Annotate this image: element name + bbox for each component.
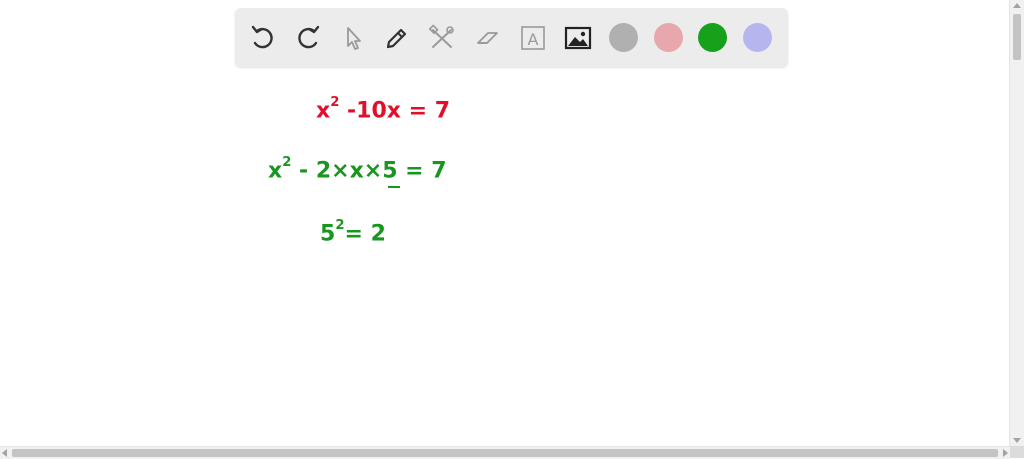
- scroll-down-icon[interactable]: [1013, 438, 1021, 443]
- redo-icon: [298, 25, 320, 49]
- scroll-right-icon[interactable]: [1003, 449, 1008, 457]
- pen-icon: [386, 28, 407, 49]
- pen-tool-button[interactable]: [381, 22, 413, 54]
- tools-button[interactable]: [426, 22, 458, 54]
- color-swatch-green[interactable]: [698, 23, 727, 52]
- equation-2-exponent: 2: [282, 154, 292, 170]
- whiteboard-canvas[interactable]: A x2 -10x = 7 x2 - 2×x×5 = 7 52= 2: [0, 0, 1010, 446]
- vertical-scroll-thumb[interactable]: [1013, 14, 1021, 60]
- eraser-tool-button[interactable]: [472, 22, 504, 54]
- select-pointer-icon: [347, 27, 361, 50]
- color-swatch-lavender[interactable]: [743, 23, 772, 52]
- text-tool-letter: A: [528, 30, 539, 49]
- equation-1-rest: -10x = 7: [339, 98, 451, 124]
- eraser-icon: [477, 32, 498, 44]
- equation-1-base: x: [316, 98, 331, 124]
- text-tool-button[interactable]: A: [517, 22, 549, 54]
- color-swatch-gray[interactable]: [609, 23, 638, 52]
- image-tool-button[interactable]: [562, 22, 594, 54]
- select-tool-button[interactable]: [337, 22, 369, 54]
- undo-icon: [251, 25, 273, 49]
- equation-3-exponent: 2: [335, 217, 345, 233]
- redo-button[interactable]: [292, 22, 324, 54]
- equation-3-rest: = 2: [344, 221, 386, 247]
- undo-button[interactable]: [247, 22, 279, 54]
- scrollbar-corner: [1010, 446, 1024, 458]
- equation-line-2: x2 - 2×x×5 = 7: [268, 154, 447, 184]
- equation-2-rest: - 2×x×5 = 7: [291, 158, 447, 184]
- drawing-toolbar: A: [235, 8, 788, 67]
- equation-2-base: x: [268, 158, 283, 184]
- equation-line-3: 52= 2: [320, 217, 386, 247]
- horizontal-scrollbar[interactable]: [0, 446, 1010, 459]
- scroll-up-icon[interactable]: [1013, 3, 1021, 8]
- horizontal-scroll-thumb[interactable]: [12, 449, 998, 457]
- image-icon: [564, 26, 592, 50]
- tools-icon: [428, 24, 454, 48]
- color-swatch-pink[interactable]: [654, 23, 683, 52]
- vertical-scrollbar[interactable]: [1009, 0, 1024, 446]
- equation-1-exponent: 2: [330, 94, 340, 110]
- underline-mark: [388, 186, 400, 188]
- equation-3-base: 5: [320, 221, 336, 247]
- scroll-left-icon[interactable]: [2, 449, 7, 457]
- equation-line-1: x2 -10x = 7: [316, 94, 451, 124]
- text-box-icon: A: [521, 26, 545, 50]
